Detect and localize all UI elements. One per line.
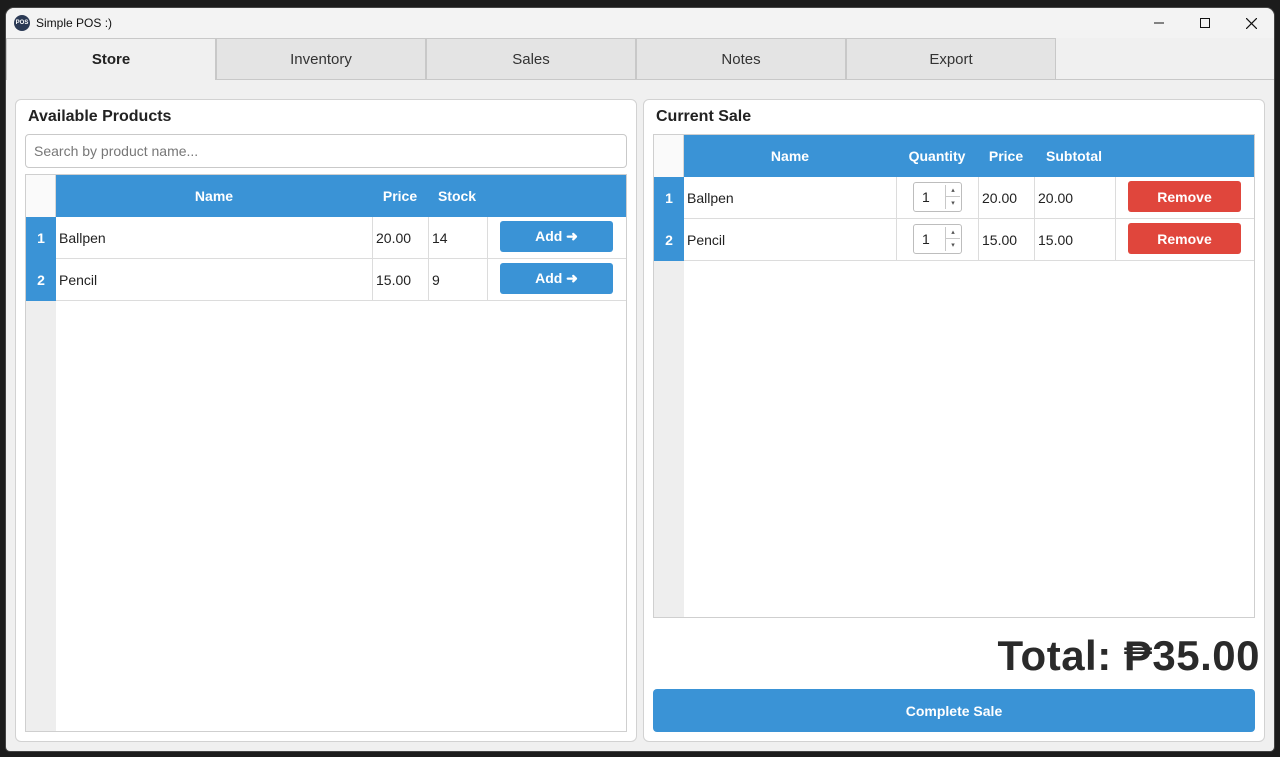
product-search-input[interactable] xyxy=(25,134,627,168)
column-header-name[interactable]: Name xyxy=(56,175,372,217)
sale-table-header: Name Quantity Price Subtotal xyxy=(684,135,1254,177)
tab-bar: Store Inventory Sales Notes Export xyxy=(6,38,1274,80)
column-header-subtotal[interactable]: Subtotal xyxy=(1034,135,1114,177)
tab-notes[interactable]: Notes xyxy=(636,38,846,79)
product-price: 15.00 xyxy=(373,259,429,300)
column-header-price[interactable]: Price xyxy=(978,135,1034,177)
sale-table: Name Quantity Price Subtotal 1 Ballpen 1… xyxy=(653,134,1255,618)
products-table-header: Name Price Stock xyxy=(56,175,626,217)
quantity-cell: 1 ▴ ▾ xyxy=(897,177,979,218)
product-price: 20.00 xyxy=(373,217,429,258)
quantity-stepper[interactable]: 1 ▴ ▾ xyxy=(913,224,962,254)
products-table: Name Price Stock 1 Ballpen 20.00 14 Add … xyxy=(25,174,627,732)
stepper-arrows: ▴ ▾ xyxy=(945,185,960,209)
sale-item-subtotal: 20.00 xyxy=(1035,177,1116,218)
row-number[interactable]: 2 xyxy=(26,259,56,301)
row-number[interactable]: 2 xyxy=(654,219,684,261)
row-number[interactable]: 1 xyxy=(26,217,56,259)
sale-item-price: 15.00 xyxy=(979,219,1035,260)
tab-store[interactable]: Store xyxy=(6,38,216,80)
table-row[interactable]: 2 Pencil 1 ▴ ▾ 15.00 15.00 Remove xyxy=(654,219,1254,261)
column-header-price[interactable]: Price xyxy=(372,175,428,217)
tab-export[interactable]: Export xyxy=(846,38,1056,79)
increment-arrow-icon[interactable]: ▴ xyxy=(946,227,960,239)
tab-divider xyxy=(216,79,1274,80)
table-row[interactable]: 1 Ballpen 20.00 14 Add ➜ xyxy=(26,217,626,259)
app-window: POS Simple POS :) Store Inventory Sales … xyxy=(6,8,1274,751)
app-logo-icon: POS xyxy=(14,15,30,31)
column-header-name[interactable]: Name xyxy=(684,135,896,177)
table-corner[interactable] xyxy=(26,175,56,217)
quantity-stepper[interactable]: 1 ▴ ▾ xyxy=(913,182,962,212)
close-icon[interactable] xyxy=(1228,8,1274,38)
column-header-quantity[interactable]: Quantity xyxy=(896,135,978,177)
sale-item-price: 20.00 xyxy=(979,177,1035,218)
available-products-panel: Available Products Name Price Stock 1 Ba… xyxy=(15,99,637,742)
complete-sale-button[interactable]: Complete Sale xyxy=(653,689,1255,732)
table-row[interactable]: 1 Ballpen 1 ▴ ▾ 20.00 20.00 Remove xyxy=(654,177,1254,219)
sale-item-name: Ballpen xyxy=(684,177,897,218)
remove-item-button[interactable]: Remove xyxy=(1128,223,1241,254)
maximize-icon[interactable] xyxy=(1182,8,1228,38)
remove-item-button[interactable]: Remove xyxy=(1128,181,1241,212)
sale-item-name: Pencil xyxy=(684,219,897,260)
product-name: Ballpen xyxy=(56,217,373,258)
current-sale-title: Current Sale xyxy=(656,108,752,125)
quantity-value[interactable]: 1 xyxy=(922,183,930,211)
available-products-title: Available Products xyxy=(28,108,172,125)
table-row[interactable]: 2 Pencil 15.00 9 Add ➜ xyxy=(26,259,626,301)
product-stock: 14 xyxy=(429,217,488,258)
product-stock: 9 xyxy=(429,259,488,300)
window-controls xyxy=(1136,8,1274,38)
increment-arrow-icon[interactable]: ▴ xyxy=(946,185,960,197)
tab-sales[interactable]: Sales xyxy=(426,38,636,79)
window-title: Simple POS :) xyxy=(36,16,113,30)
decrement-arrow-icon[interactable]: ▾ xyxy=(946,197,960,209)
sale-total: Total: ₱35.00 xyxy=(997,632,1260,679)
current-sale-panel: Current Sale Name Quantity Price Subtota… xyxy=(643,99,1265,742)
sale-item-subtotal: 15.00 xyxy=(1035,219,1116,260)
title-bar[interactable]: POS Simple POS :) xyxy=(6,8,1274,38)
add-to-sale-button[interactable]: Add ➜ xyxy=(500,221,613,252)
table-corner[interactable] xyxy=(654,135,684,177)
product-name: Pencil xyxy=(56,259,373,300)
row-number[interactable]: 1 xyxy=(654,177,684,219)
quantity-value[interactable]: 1 xyxy=(922,225,930,253)
add-to-sale-button[interactable]: Add ➜ xyxy=(500,263,613,294)
minimize-icon[interactable] xyxy=(1136,8,1182,38)
stepper-arrows: ▴ ▾ xyxy=(945,227,960,251)
tab-inventory[interactable]: Inventory xyxy=(216,38,426,79)
quantity-cell: 1 ▴ ▾ xyxy=(897,219,979,260)
column-header-stock[interactable]: Stock xyxy=(428,175,486,217)
decrement-arrow-icon[interactable]: ▾ xyxy=(946,239,960,251)
